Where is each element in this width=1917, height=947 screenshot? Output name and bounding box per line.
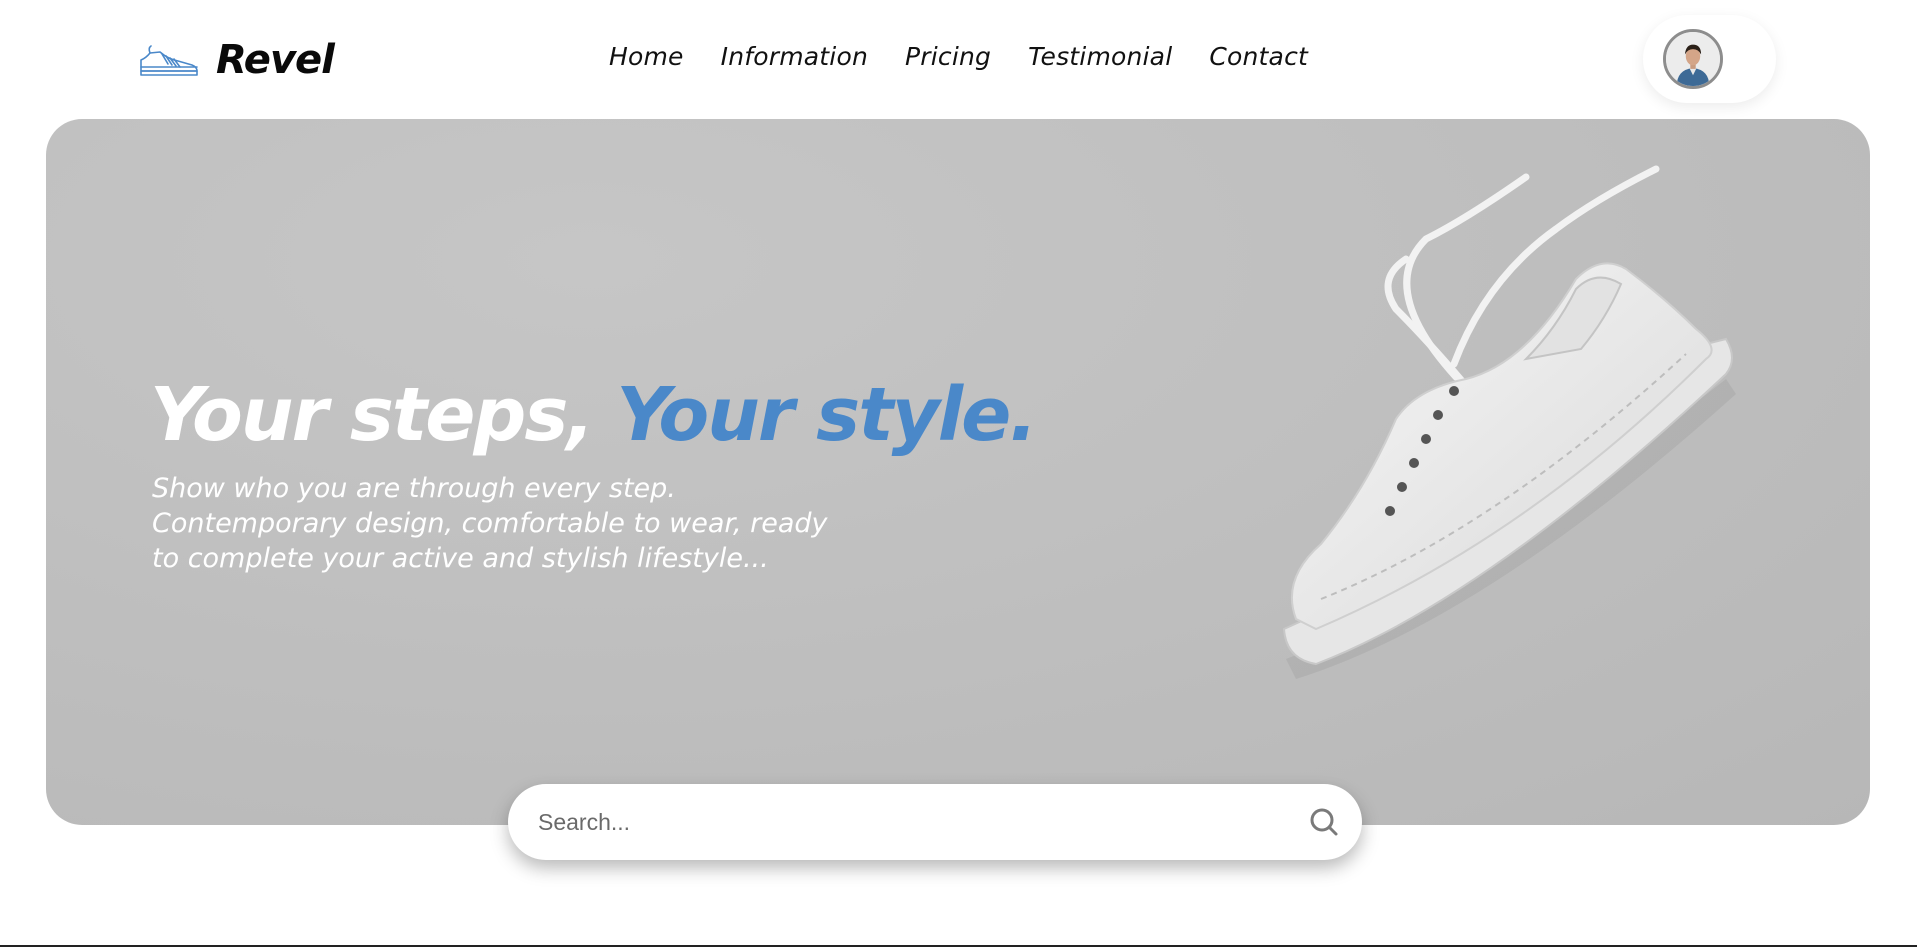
nav-item-testimonial[interactable]: Testimonial [1028, 42, 1172, 71]
search-bar [508, 784, 1362, 860]
white-sneaker-icon [1282, 165, 1736, 679]
search-icon[interactable] [1308, 806, 1340, 838]
hero-title-part1: Your steps, [150, 372, 595, 458]
logo[interactable]: Revel [138, 30, 335, 90]
nav-item-information[interactable]: Information [721, 42, 868, 71]
search-input[interactable] [538, 802, 1258, 842]
hero-subtitle-line: Show who you are through every step. [152, 473, 676, 504]
hero-subtitle: Show who you are through every step. Con… [152, 471, 932, 576]
hero-banner: Your steps, Your style. Show who you are… [46, 119, 1870, 825]
brand-name: Revel [216, 37, 335, 83]
hero-title-part2: Your style. [616, 372, 1037, 458]
nav-item-pricing[interactable]: Pricing [905, 42, 991, 71]
main-nav: Home Information Pricing Testimonial Con… [609, 42, 1345, 71]
user-menu[interactable] [1643, 15, 1776, 103]
hero-subtitle-line: to complete your active and stylish life… [152, 543, 769, 574]
user-avatar-icon[interactable] [1663, 29, 1723, 89]
nav-item-home[interactable]: Home [609, 42, 684, 71]
sneaker-logo-icon [140, 45, 198, 76]
site-header: Revel Home Information Pricing Testimoni… [0, 0, 1917, 118]
nav-item-contact[interactable]: Contact [1209, 42, 1308, 71]
hero-title: Your steps, Your style. [150, 372, 1037, 458]
hero-subtitle-line: Contemporary design, comfortable to wear… [152, 508, 828, 539]
